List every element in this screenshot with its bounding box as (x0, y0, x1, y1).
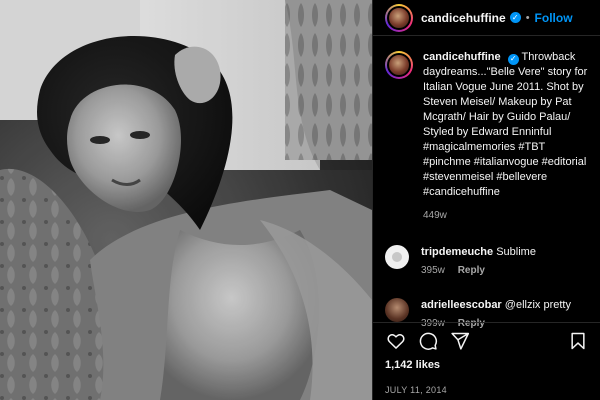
post-date: JULY 11, 2014 (385, 385, 447, 395)
separator-dot: • (525, 11, 530, 24)
comment-username[interactable]: adrielleescobar (421, 299, 502, 311)
caption-username[interactable]: candicehuffine (423, 51, 501, 63)
likes-count[interactable]: 1,142 likes (385, 359, 589, 371)
author-username[interactable]: candicehuffine (421, 11, 506, 25)
author-avatar[interactable] (385, 3, 413, 32)
comment-item: tripdemeuche Sublime 395w Reply (373, 245, 600, 276)
commenter-avatar[interactable] (385, 298, 409, 322)
post-header: candicehuffine ✓ • Follow (373, 0, 600, 36)
photo-artwork (0, 0, 372, 400)
post-photo[interactable] (0, 0, 372, 400)
caption-author-avatar[interactable] (385, 51, 413, 79)
comment-text: Sublime (496, 246, 536, 258)
post-details-panel: candicehuffine ✓ • Follow candicehuffine… (372, 0, 600, 400)
caption-timestamp[interactable]: 449w (423, 210, 588, 221)
post-actions: 1,142 likes JULY 11, 2014 (373, 322, 600, 400)
comment-text: @ellzix pretty (504, 299, 571, 311)
heart-icon[interactable] (385, 330, 407, 352)
caption-text: candicehuffine ✓ Throwback daydreams..."… (423, 50, 588, 200)
reply-button[interactable]: Reply (458, 265, 485, 276)
caption-section: candicehuffine ✓ Throwback daydreams..."… (373, 36, 600, 221)
caption-body: Throwback daydreams..."Belle Vere" story… (423, 51, 588, 198)
follow-button[interactable]: Follow (535, 11, 573, 25)
bookmark-icon[interactable] (567, 330, 589, 352)
verified-badge-icon: ✓ (509, 12, 521, 23)
default-avatar-icon[interactable] (385, 245, 409, 269)
caption-verified-icon: ✓ (507, 53, 519, 65)
comment-icon[interactable] (417, 330, 439, 352)
comment-timestamp[interactable]: 395w (421, 265, 445, 276)
comment-username[interactable]: tripdemeuche (421, 246, 493, 258)
share-icon[interactable] (449, 330, 471, 352)
